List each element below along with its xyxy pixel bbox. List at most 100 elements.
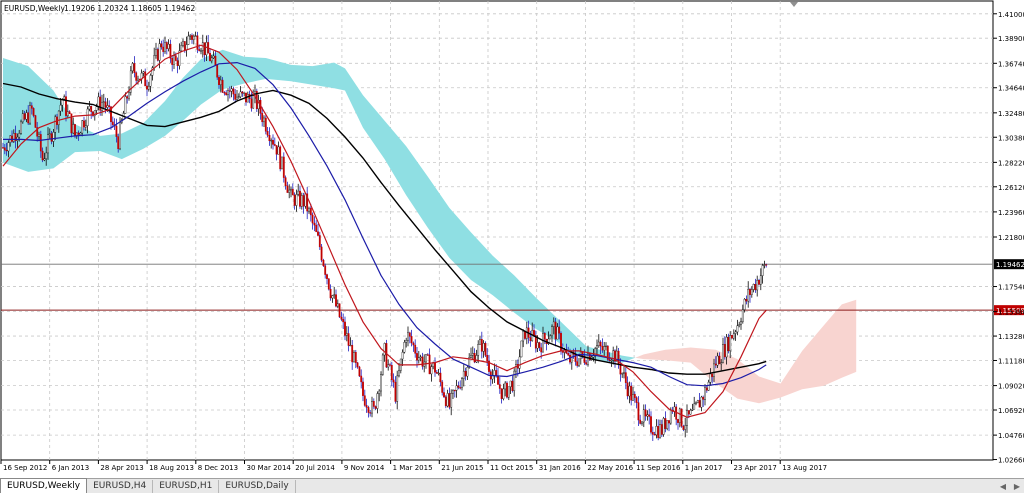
candle-body xyxy=(191,35,193,40)
tab-eurusd-daily[interactable]: EURUSD,Daily xyxy=(219,480,296,493)
x-tick-label: 18 Aug 2013 xyxy=(149,464,194,472)
candle-body xyxy=(623,372,625,374)
candle-body xyxy=(632,394,634,401)
candle-body xyxy=(624,372,627,383)
candle-body xyxy=(626,382,629,397)
candle-body xyxy=(200,50,202,52)
candle-body xyxy=(293,194,296,206)
candle-body xyxy=(363,395,366,406)
candle-body xyxy=(552,321,555,327)
candle-body xyxy=(237,96,240,98)
candle-body xyxy=(480,339,483,352)
candle-body xyxy=(374,406,377,409)
candle-body xyxy=(603,346,606,351)
candle-body xyxy=(21,113,24,123)
candle-body xyxy=(277,146,280,155)
candle-body xyxy=(381,354,384,375)
candle-body xyxy=(414,344,417,354)
tab-eurusd-h4[interactable]: EURUSD,H4 xyxy=(87,480,154,493)
candle-body xyxy=(102,101,105,103)
candle-body xyxy=(59,104,62,112)
candle-body xyxy=(216,64,219,78)
candle-body xyxy=(336,303,339,307)
candle-body xyxy=(347,333,350,346)
candle-body xyxy=(218,77,220,86)
candle-body xyxy=(709,373,712,383)
candle-body xyxy=(653,434,656,436)
candle-body xyxy=(455,385,458,391)
candle-body xyxy=(252,95,255,109)
candle-body xyxy=(57,110,60,125)
price-chart[interactable]: 1.155091.19462 1.410001.389001.367401.34… xyxy=(0,0,1024,478)
candle-body xyxy=(471,353,474,356)
candle-body xyxy=(338,303,341,318)
x-tick-label: 22 May 2016 xyxy=(587,464,633,472)
candle-body xyxy=(196,35,199,50)
candle-body xyxy=(342,319,345,323)
scroll-right-icon[interactable]: ▶ xyxy=(1010,480,1024,493)
candle-body xyxy=(558,326,561,334)
candle-body xyxy=(358,366,361,377)
y-tick-label: 1.36740 xyxy=(998,60,1024,68)
candle-body xyxy=(272,140,274,145)
candle-body xyxy=(111,121,114,125)
candle-body xyxy=(434,362,436,373)
candle-body xyxy=(421,356,424,367)
x-tick-label: 1 Mar 2015 xyxy=(393,464,433,472)
candle-body xyxy=(210,57,213,62)
candle-body xyxy=(47,134,49,154)
candle-body xyxy=(68,111,71,114)
x-tick-label: 8 Dec 2013 xyxy=(198,464,238,472)
candle-body xyxy=(144,71,147,87)
candle-body xyxy=(176,60,179,66)
x-tick-label: 30 Mar 2014 xyxy=(247,464,292,472)
candle-body xyxy=(268,135,271,142)
candle-body xyxy=(376,393,379,409)
candle-body xyxy=(646,414,649,417)
candle-body xyxy=(81,120,84,134)
candle-body xyxy=(304,193,307,207)
candle-body xyxy=(641,421,643,424)
candle-body xyxy=(417,357,420,361)
tab-eurusd-weekly[interactable]: EURUSD,Weekly xyxy=(0,478,88,493)
current-price-label: 1.19462 xyxy=(996,261,1024,269)
candle-body xyxy=(3,147,6,151)
x-tick-label: 9 Nov 2014 xyxy=(344,464,385,472)
tab-eurusd-h1[interactable]: EURUSD,H1 xyxy=(153,480,220,493)
candle-body xyxy=(234,93,237,100)
candle-body xyxy=(362,381,364,396)
candle-body xyxy=(457,385,460,388)
scroll-left-icon[interactable]: ◀ xyxy=(996,480,1010,493)
candle-body xyxy=(236,96,238,100)
candle-body xyxy=(360,375,363,383)
candle-body xyxy=(387,364,390,368)
candle-body xyxy=(509,380,512,388)
candle-body xyxy=(437,372,440,375)
candle-body xyxy=(164,42,166,52)
candle-body xyxy=(405,340,408,343)
candle-body xyxy=(408,332,411,337)
candle-body xyxy=(446,393,449,407)
x-tick-label: 21 Jun 2015 xyxy=(441,464,483,472)
candle-body xyxy=(741,309,744,322)
candle-body xyxy=(419,356,422,358)
candle-body xyxy=(155,49,157,56)
candle-body xyxy=(322,260,325,267)
candle-body xyxy=(266,131,269,136)
candle-body xyxy=(243,92,246,94)
candle-body xyxy=(412,342,415,346)
candle-body xyxy=(662,418,665,435)
candle-body xyxy=(678,408,681,423)
candle-body xyxy=(729,335,732,352)
x-tick-label: 20 Jul 2014 xyxy=(295,464,335,472)
candle-body xyxy=(439,372,442,383)
candle-body xyxy=(466,367,469,377)
x-tick-label: 23 Apr 2017 xyxy=(734,464,777,472)
candle-body xyxy=(752,284,755,290)
candle-body xyxy=(396,375,399,402)
candle-body xyxy=(462,370,465,379)
candle-body xyxy=(542,333,544,353)
candle-body xyxy=(498,384,501,389)
candle-body xyxy=(426,354,429,356)
candle-body xyxy=(669,410,672,424)
